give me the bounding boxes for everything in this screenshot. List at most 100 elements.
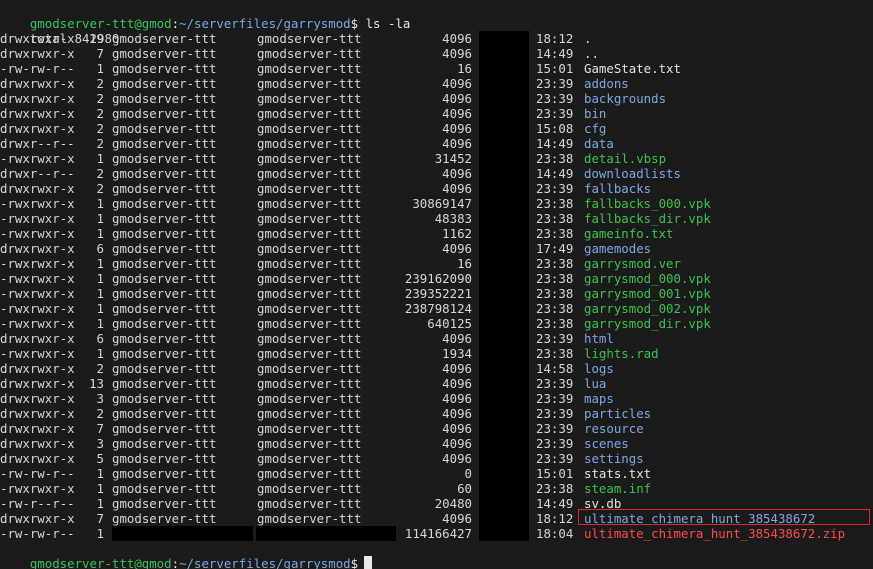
entry-owner: gmodserver-ttt	[112, 106, 217, 121]
entry-name[interactable]: garrysmod_001.vpk	[584, 286, 711, 301]
entry-group: gmodserver-ttt	[257, 301, 362, 316]
entry-permissions: -rw-r--r--	[0, 496, 75, 511]
entry-time: 23:38	[536, 346, 574, 361]
prompt-separator: :	[171, 556, 180, 569]
entry-time: 15:01	[536, 466, 574, 481]
redacted-date	[479, 436, 529, 451]
listing-row: -rw-rw-r-- 1 gmodserver-ttt gmodserver-ttt 1…	[0, 61, 873, 76]
entry-group: gmodserver-ttt	[257, 421, 362, 436]
entry-size: 4096	[442, 136, 472, 151]
entry-time: 18:12	[536, 511, 574, 526]
entry-name[interactable]: addons	[584, 76, 629, 91]
entry-owner: gmodserver-ttt	[112, 316, 217, 331]
entry-size: 239162090	[404, 271, 472, 286]
entry-name[interactable]: downloadlists	[584, 166, 681, 181]
entry-permissions: drwxrwxr-x	[0, 421, 75, 436]
entry-name[interactable]: stats.txt	[584, 466, 651, 481]
entry-group: gmodserver-ttt	[257, 76, 362, 91]
entry-name[interactable]: logs	[584, 361, 614, 376]
entry-permissions: drwxrwxr-x	[0, 241, 75, 256]
entry-name[interactable]: lights.rad	[584, 346, 659, 361]
entry-name[interactable]: fallbacks_000.vpk	[584, 196, 711, 211]
entry-size: 4096	[442, 31, 472, 46]
entry-name[interactable]: gamemodes	[584, 241, 651, 256]
terminal-window[interactable]: gmodserver-ttt@gmod:~/serverfiles/garrys…	[0, 0, 873, 569]
entry-time: 14:49	[536, 46, 574, 61]
entry-name[interactable]: fallbacks_dir.vpk	[584, 211, 711, 226]
entry-name[interactable]: fallbacks	[584, 181, 651, 196]
entry-group: gmodserver-ttt	[257, 166, 362, 181]
entry-name[interactable]: scenes	[584, 436, 629, 451]
entry-name[interactable]: backgrounds	[584, 91, 666, 106]
entry-owner: gmodserver-ttt	[112, 181, 217, 196]
listing-row: drwxrwxr-x 5 gmodserver-ttt gmodserver-ttt 4…	[0, 451, 873, 466]
entry-name[interactable]: ultimate_chimera_hunt_385438672.zip	[584, 526, 845, 541]
entry-name[interactable]: GameState.txt	[584, 61, 681, 76]
entry-link-count: 2	[96, 181, 104, 196]
entry-name[interactable]: settings	[584, 451, 644, 466]
entry-time: 23:38	[536, 196, 574, 211]
entry-name[interactable]: steam.inf	[584, 481, 651, 496]
entry-name[interactable]: garrysmod_dir.vpk	[584, 316, 711, 331]
redacted-date	[479, 466, 529, 481]
redacted-date	[479, 226, 529, 241]
entry-name[interactable]: garrysmod_000.vpk	[584, 271, 711, 286]
entry-name[interactable]: data	[584, 136, 614, 151]
entry-link-count: 7	[96, 511, 104, 526]
entry-name[interactable]: resource	[584, 421, 644, 436]
entry-link-count: 1	[96, 481, 104, 496]
entry-permissions: drwxrwxr-x	[0, 76, 75, 91]
entry-name[interactable]: detail.vbsp	[584, 151, 666, 166]
entry-name[interactable]: lua	[584, 376, 606, 391]
entry-name[interactable]: maps	[584, 391, 614, 406]
entry-name[interactable]: .	[584, 31, 591, 46]
entry-link-count: 1	[96, 316, 104, 331]
redacted-date	[479, 376, 529, 391]
entry-size: 30869147	[412, 196, 472, 211]
entry-size: 4096	[442, 331, 472, 346]
entry-link-count: 3	[96, 391, 104, 406]
entry-name[interactable]: cfg	[584, 121, 606, 136]
listing-row: drwxrwxr-x 2 gmodserver-ttt gmodserver-ttt 4…	[0, 91, 873, 106]
listing-row: drwxr--r-- 2 gmodserver-ttt gmodserver-ttt 4…	[0, 136, 873, 151]
redacted-date	[479, 46, 529, 61]
entry-permissions: drwxrwxr-x	[0, 376, 75, 391]
entry-size: 238798124	[404, 301, 472, 316]
entry-owner: gmodserver-ttt	[112, 286, 217, 301]
entry-link-count: 1	[96, 346, 104, 361]
entry-group: gmodserver-ttt	[257, 406, 362, 421]
redacted-date	[479, 286, 529, 301]
redacted-date	[479, 301, 529, 316]
redacted-date	[479, 346, 529, 361]
entry-name[interactable]: particles	[584, 406, 651, 421]
redacted-date	[479, 121, 529, 136]
entry-size: 1934	[442, 346, 472, 361]
entry-name[interactable]: garrysmod_002.vpk	[584, 301, 711, 316]
entry-link-count: 2	[96, 361, 104, 376]
entry-size: 4096	[442, 361, 472, 376]
entry-time: 23:38	[536, 286, 574, 301]
entry-group: gmodserver-ttt	[257, 211, 362, 226]
entry-name[interactable]: gameinfo.txt	[584, 226, 674, 241]
entry-owner: gmodserver-ttt	[112, 271, 217, 286]
entry-name[interactable]: ..	[584, 46, 599, 61]
entry-name[interactable]: bin	[584, 106, 606, 121]
entry-permissions: drwxrwxr-x	[0, 106, 75, 121]
entry-permissions: -rwxrwxr-x	[0, 481, 75, 496]
entry-group: gmodserver-ttt	[257, 241, 362, 256]
entry-time: 23:38	[536, 256, 574, 271]
entry-size: 48383	[434, 211, 472, 226]
entry-name[interactable]: garrysmod.ver	[584, 256, 681, 271]
entry-size: 16	[457, 256, 472, 271]
entry-owner: gmodserver-ttt	[112, 466, 217, 481]
prompt-line-final[interactable]: gmodserver-ttt@gmod:~/serverfiles/garrys…	[0, 541, 873, 569]
entry-link-count: 2	[96, 76, 104, 91]
cursor[interactable]	[364, 556, 373, 569]
listing-row: -rwxrwxr-x 1 gmodserver-ttt gmodserver-ttt 1…	[0, 346, 873, 361]
listing-row: drwxrwxr-x 6 gmodserver-ttt gmodserver-ttt 4…	[0, 331, 873, 346]
entry-name[interactable]: html	[584, 331, 614, 346]
entry-time: 23:39	[536, 181, 574, 196]
listing-row: -rwxrwxr-x 1 gmodserver-ttt gmodserver-ttt 6…	[0, 316, 873, 331]
entry-size: 1162	[442, 226, 472, 241]
redacted-date	[479, 136, 529, 151]
